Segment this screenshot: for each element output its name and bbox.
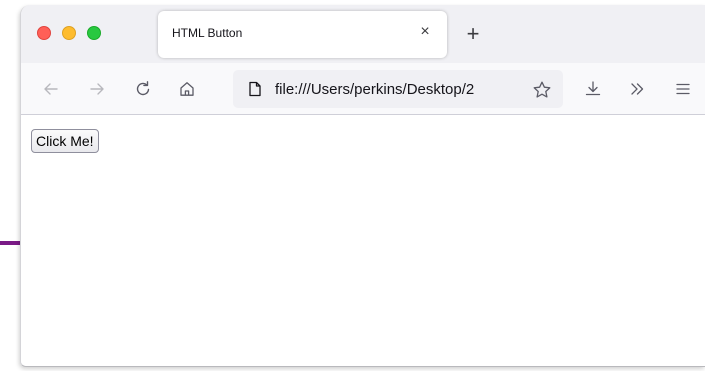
page-content: Click Me! <box>21 116 705 366</box>
overflow-chevrons-icon[interactable] <box>625 77 649 101</box>
screen: HTML Button × + file:///Users/perkins/De… <box>0 0 705 371</box>
browser-window: HTML Button × + file:///Users/perkins/De… <box>20 5 705 367</box>
tab-html-button[interactable]: HTML Button × <box>158 11 447 58</box>
tab-title: HTML Button <box>172 26 243 40</box>
home-icon[interactable] <box>175 77 199 101</box>
address-bar-url: file:///Users/perkins/Desktop/2 <box>275 81 475 98</box>
menu-hamburger-icon[interactable] <box>671 77 695 101</box>
download-icon[interactable] <box>581 77 605 101</box>
navigation-toolbar: file:///Users/perkins/Desktop/2 <box>21 63 705 115</box>
tab-bar: HTML Button × + <box>21 5 705 63</box>
window-minimize-button[interactable] <box>62 26 76 40</box>
bookmark-star-icon[interactable] <box>531 79 553 101</box>
click-me-button[interactable]: Click Me! <box>31 129 99 153</box>
page-icon <box>247 81 263 97</box>
accent-line <box>0 241 22 245</box>
window-maximize-button[interactable] <box>87 26 101 40</box>
reload-icon[interactable] <box>131 77 155 101</box>
forward-arrow-icon[interactable] <box>85 77 109 101</box>
window-close-button[interactable] <box>37 26 51 40</box>
address-bar[interactable]: file:///Users/perkins/Desktop/2 <box>233 70 563 108</box>
tab-close-icon[interactable]: × <box>415 22 435 42</box>
back-arrow-icon[interactable] <box>39 77 63 101</box>
new-tab-button[interactable]: + <box>461 21 485 46</box>
